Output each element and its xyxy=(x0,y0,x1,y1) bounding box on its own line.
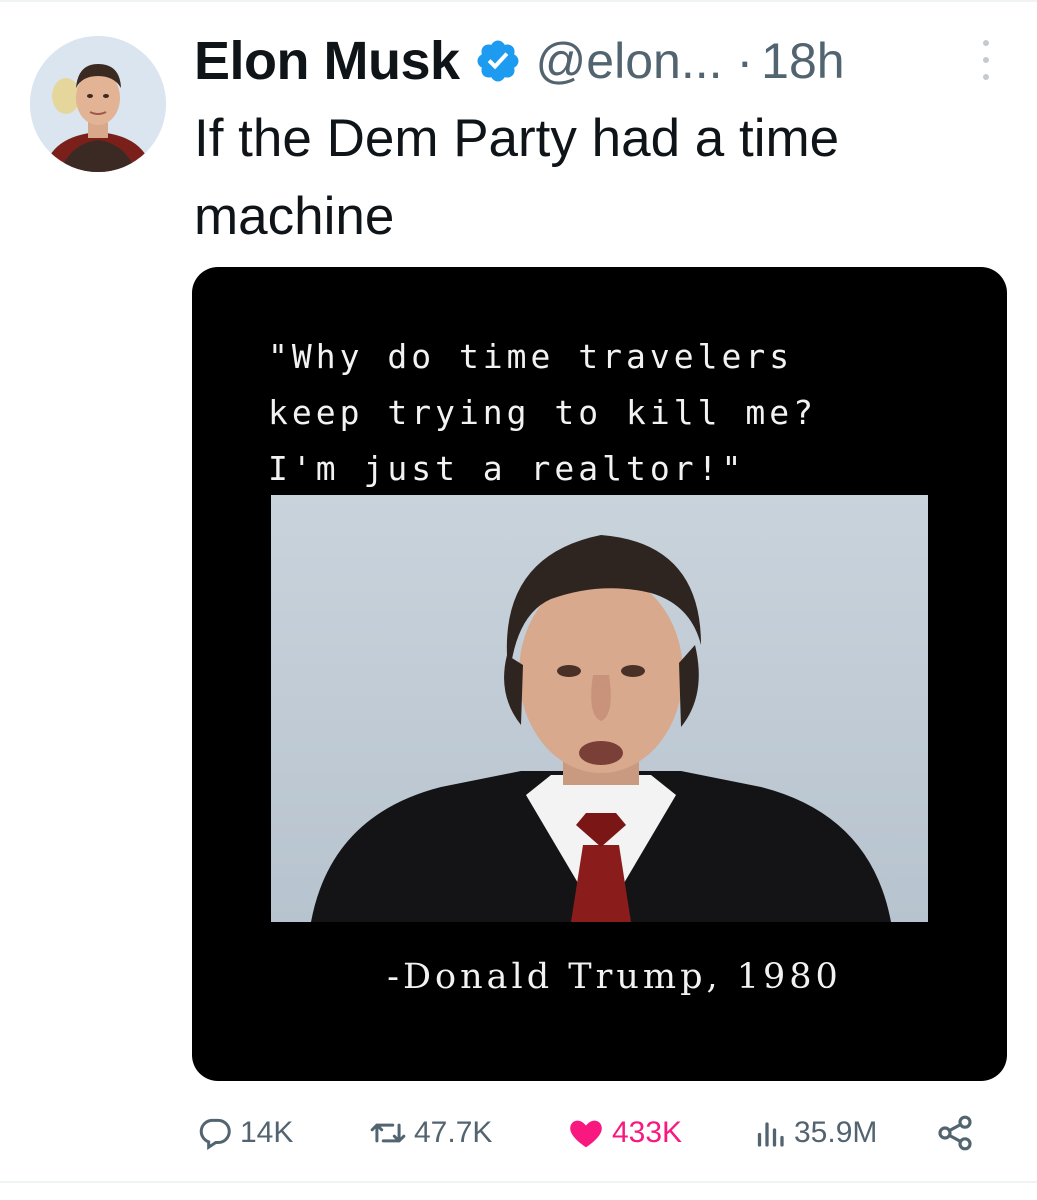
heart-icon xyxy=(570,1120,602,1148)
views-icon xyxy=(757,1122,784,1147)
reply-button[interactable]: 14K xyxy=(196,1108,293,1158)
author-name[interactable]: Elon Musk xyxy=(194,30,460,92)
repost-count: 47.7K xyxy=(414,1116,493,1149)
views-button[interactable]: 35.9M xyxy=(752,1108,877,1158)
views-count: 35.9M xyxy=(794,1116,878,1149)
verified-badge-icon xyxy=(474,37,522,85)
repost-icon xyxy=(370,1123,406,1143)
action-bar: 14K 47.7K 433K 35.9M xyxy=(0,1108,1037,1158)
like-button[interactable]: 433K xyxy=(566,1108,682,1158)
tweet-text: If the Dem Party had a time machine xyxy=(194,109,840,246)
bottom-divider xyxy=(0,1181,1037,1183)
media-quote-text: "Why do time travelers keep trying to ki… xyxy=(268,337,817,488)
avatar[interactable] xyxy=(30,36,166,172)
separator-dot: · xyxy=(736,33,754,89)
tweet-header: Elon Musk @elon... · 18h xyxy=(194,26,845,96)
like-count: 433K xyxy=(612,1116,683,1149)
share-button[interactable] xyxy=(935,1108,981,1158)
top-divider xyxy=(0,0,1037,2)
more-options-icon[interactable] xyxy=(978,40,994,80)
share-icon xyxy=(938,1115,972,1151)
timestamp[interactable]: 18h xyxy=(761,32,844,90)
reply-icon xyxy=(199,1118,231,1151)
repost-button[interactable]: 47.7K xyxy=(368,1108,492,1158)
reply-count: 14K xyxy=(240,1116,294,1149)
tweet-media[interactable]: "Why do time travelers keep trying to ki… xyxy=(192,267,1007,1081)
media-attribution: -Donald Trump, 1980 xyxy=(387,957,842,997)
media-photo xyxy=(271,495,928,922)
author-handle[interactable]: @elon... xyxy=(536,32,723,90)
